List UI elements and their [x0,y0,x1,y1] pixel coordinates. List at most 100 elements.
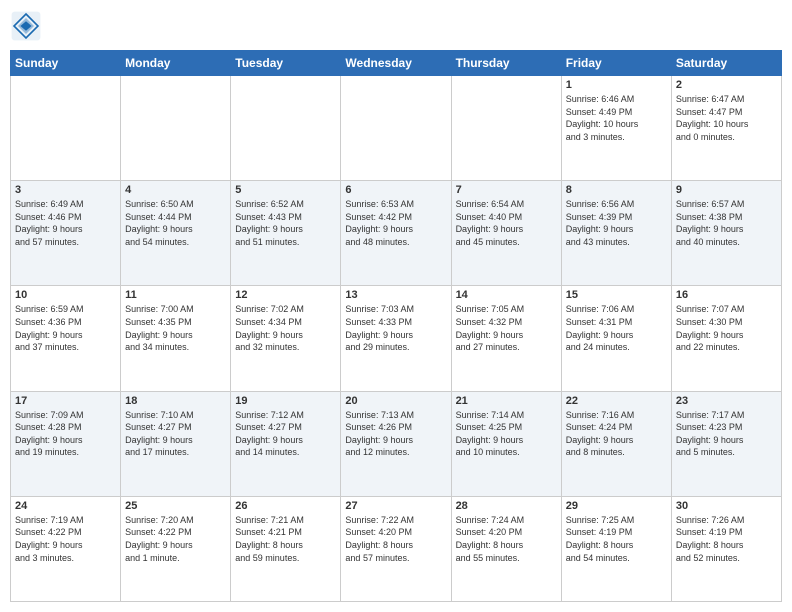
day-info: Sunrise: 7:05 AM Sunset: 4:32 PM Dayligh… [456,303,557,353]
day-info: Sunrise: 7:07 AM Sunset: 4:30 PM Dayligh… [676,303,777,353]
day-number: 21 [456,395,557,407]
day-number: 30 [676,500,777,512]
weekday-header-monday: Monday [121,51,231,76]
weekday-header-friday: Friday [561,51,671,76]
day-info: Sunrise: 6:59 AM Sunset: 4:36 PM Dayligh… [15,303,116,353]
day-number: 1 [566,79,667,91]
day-number: 22 [566,395,667,407]
calendar-cell: 10 Sunrise: 6:59 AM Sunset: 4:36 PM Dayli… [11,286,121,391]
week-row-5: 24 Sunrise: 7:19 AM Sunset: 4:22 PM Dayli… [11,496,782,601]
calendar-cell: 14Sunrise: 7:05 AM Sunset: 4:32 PM Dayli… [451,286,561,391]
day-number: 18 [125,395,226,407]
header [10,10,782,42]
day-number: 4 [125,184,226,196]
day-number: 9 [676,184,777,196]
page: SundayMondayTuesdayWednesdayThursdayFrid… [0,0,792,612]
day-info: Sunrise: 7:13 AM Sunset: 4:26 PM Dayligh… [345,409,446,459]
calendar-cell: 26 Sunrise: 7:21 AM Sunset: 4:21 PM Dayli… [231,496,341,601]
day-number: 11 [125,289,226,301]
calendar-table: SundayMondayTuesdayWednesdayThursdayFrid… [10,50,782,602]
calendar-cell: 3Sunrise: 6:49 AM Sunset: 4:46 PM Daylig… [11,181,121,286]
day-info: Sunrise: 7:09 AM Sunset: 4:28 PM Dayligh… [15,409,116,459]
day-info: Sunrise: 6:46 AM Sunset: 4:49 PM Dayligh… [566,93,667,143]
calendar-cell: 7 Sunrise: 6:54 AM Sunset: 4:40 PM Daylig… [451,181,561,286]
calendar-cell: 27Sunrise: 7:22 AM Sunset: 4:20 PM Dayli… [341,496,451,601]
weekday-header-sunday: Sunday [11,51,121,76]
calendar-cell: 16Sunrise: 7:07 AM Sunset: 4:30 PM Dayli… [671,286,781,391]
day-number: 26 [235,500,336,512]
calendar-cell: 28 Sunrise: 7:24 AM Sunset: 4:20 PM Dayli… [451,496,561,601]
day-number: 17 [15,395,116,407]
calendar-cell: 2 Sunrise: 6:47 AM Sunset: 4:47 PM Daylig… [671,76,781,181]
logo-icon [10,10,42,42]
week-row-1: 1 Sunrise: 6:46 AM Sunset: 4:49 PM Daylig… [11,76,782,181]
calendar-cell [11,76,121,181]
calendar-cell: 19 Sunrise: 7:12 AM Sunset: 4:27 PM Dayli… [231,391,341,496]
calendar-cell [121,76,231,181]
weekday-header-tuesday: Tuesday [231,51,341,76]
calendar-cell: 30 Sunrise: 7:26 AM Sunset: 4:19 PM Dayli… [671,496,781,601]
day-number: 20 [345,395,446,407]
day-info: Sunrise: 7:24 AM Sunset: 4:20 PM Dayligh… [456,514,557,564]
day-info: Sunrise: 6:57 AM Sunset: 4:38 PM Dayligh… [676,198,777,248]
calendar-cell: 12 Sunrise: 7:02 AM Sunset: 4:34 PM Dayli… [231,286,341,391]
day-number: 12 [235,289,336,301]
day-info: Sunrise: 7:26 AM Sunset: 4:19 PM Dayligh… [676,514,777,564]
day-number: 2 [676,79,777,91]
calendar-cell: 1 Sunrise: 6:46 AM Sunset: 4:49 PM Daylig… [561,76,671,181]
day-info: Sunrise: 7:02 AM Sunset: 4:34 PM Dayligh… [235,303,336,353]
weekday-header-saturday: Saturday [671,51,781,76]
calendar-cell: 8 Sunrise: 6:56 AM Sunset: 4:39 PM Daylig… [561,181,671,286]
day-info: Sunrise: 6:53 AM Sunset: 4:42 PM Dayligh… [345,198,446,248]
calendar-cell: 5 Sunrise: 6:52 AM Sunset: 4:43 PM Daylig… [231,181,341,286]
day-info: Sunrise: 7:14 AM Sunset: 4:25 PM Dayligh… [456,409,557,459]
calendar-cell [451,76,561,181]
day-number: 13 [345,289,446,301]
calendar-cell: 18 Sunrise: 7:10 AM Sunset: 4:27 PM Dayli… [121,391,231,496]
day-info: Sunrise: 6:50 AM Sunset: 4:44 PM Dayligh… [125,198,226,248]
calendar-cell: 15 Sunrise: 7:06 AM Sunset: 4:31 PM Dayli… [561,286,671,391]
calendar-cell: 21 Sunrise: 7:14 AM Sunset: 4:25 PM Dayli… [451,391,561,496]
day-info: Sunrise: 7:21 AM Sunset: 4:21 PM Dayligh… [235,514,336,564]
calendar-cell: 29 Sunrise: 7:25 AM Sunset: 4:19 PM Dayli… [561,496,671,601]
week-row-2: 3Sunrise: 6:49 AM Sunset: 4:46 PM Daylig… [11,181,782,286]
day-info: Sunrise: 7:17 AM Sunset: 4:23 PM Dayligh… [676,409,777,459]
day-number: 23 [676,395,777,407]
day-info: Sunrise: 6:54 AM Sunset: 4:40 PM Dayligh… [456,198,557,248]
calendar-cell: 24 Sunrise: 7:19 AM Sunset: 4:22 PM Dayli… [11,496,121,601]
day-number: 8 [566,184,667,196]
day-info: Sunrise: 6:56 AM Sunset: 4:39 PM Dayligh… [566,198,667,248]
day-number: 5 [235,184,336,196]
calendar-cell [341,76,451,181]
calendar-cell: 23 Sunrise: 7:17 AM Sunset: 4:23 PM Dayli… [671,391,781,496]
day-info: Sunrise: 7:10 AM Sunset: 4:27 PM Dayligh… [125,409,226,459]
weekday-header-wednesday: Wednesday [341,51,451,76]
day-number: 29 [566,500,667,512]
day-number: 24 [15,500,116,512]
day-info: Sunrise: 6:52 AM Sunset: 4:43 PM Dayligh… [235,198,336,248]
day-info: Sunrise: 7:06 AM Sunset: 4:31 PM Dayligh… [566,303,667,353]
calendar-cell: 20 Sunrise: 7:13 AM Sunset: 4:26 PM Dayli… [341,391,451,496]
day-number: 19 [235,395,336,407]
day-number: 6 [345,184,446,196]
day-info: Sunrise: 7:25 AM Sunset: 4:19 PM Dayligh… [566,514,667,564]
day-number: 15 [566,289,667,301]
day-number: 28 [456,500,557,512]
day-number: 10 [15,289,116,301]
day-info: Sunrise: 6:47 AM Sunset: 4:47 PM Dayligh… [676,93,777,143]
day-number: 27 [345,500,446,512]
day-info: Sunrise: 7:12 AM Sunset: 4:27 PM Dayligh… [235,409,336,459]
calendar-cell: 17 Sunrise: 7:09 AM Sunset: 4:28 PM Dayli… [11,391,121,496]
day-number: 25 [125,500,226,512]
calendar-cell: 6 Sunrise: 6:53 AM Sunset: 4:42 PM Daylig… [341,181,451,286]
weekday-header-row: SundayMondayTuesdayWednesdayThursdayFrid… [11,51,782,76]
logo [10,10,46,42]
calendar-cell: 11Sunrise: 7:00 AM Sunset: 4:35 PM Dayli… [121,286,231,391]
calendar-cell [231,76,341,181]
day-number: 7 [456,184,557,196]
weekday-header-thursday: Thursday [451,51,561,76]
day-info: Sunrise: 7:19 AM Sunset: 4:22 PM Dayligh… [15,514,116,564]
day-info: Sunrise: 6:49 AM Sunset: 4:46 PM Dayligh… [15,198,116,248]
calendar-cell: 22Sunrise: 7:16 AM Sunset: 4:24 PM Dayli… [561,391,671,496]
calendar-cell: 13Sunrise: 7:03 AM Sunset: 4:33 PM Dayli… [341,286,451,391]
